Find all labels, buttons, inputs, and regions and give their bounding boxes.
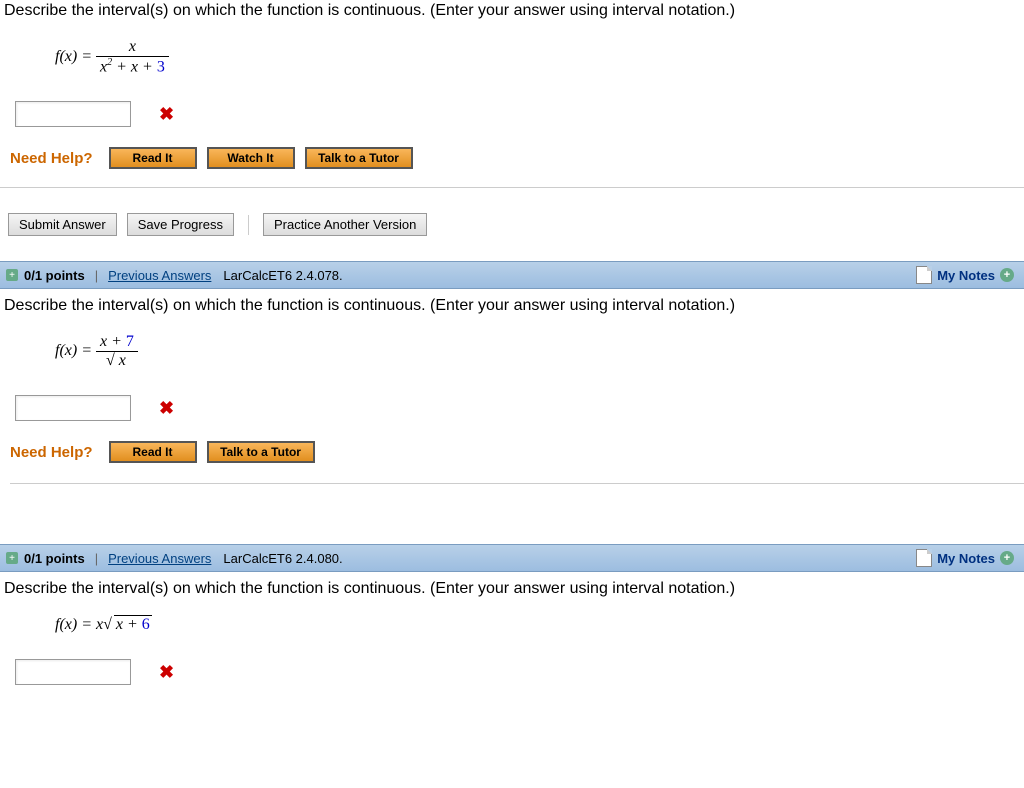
- q1-prompt: Describe the interval(s) on which the fu…: [0, 0, 1024, 30]
- q1-formula: f(x) = x x2 + x + 3: [55, 38, 1024, 76]
- note-icon: [916, 266, 932, 284]
- q2-prompt: Describe the interval(s) on which the fu…: [0, 295, 1024, 325]
- pipe: |: [95, 268, 98, 283]
- q3-prompt: Describe the interval(s) on which the fu…: [0, 578, 1024, 608]
- radicand: x + 6: [114, 615, 152, 633]
- previous-answers-link[interactable]: Previous Answers: [108, 268, 211, 283]
- rad-const: 6: [142, 616, 150, 633]
- denominator: x: [96, 352, 138, 370]
- sqrt-icon: [103, 616, 112, 633]
- expand-icon[interactable]: +: [6, 269, 18, 281]
- fx-equals: f(x) =: [55, 343, 92, 360]
- my-notes-text: My Notes: [937, 551, 995, 566]
- my-notes-text: My Notes: [937, 268, 995, 283]
- expand-icon[interactable]: +: [6, 552, 18, 564]
- den-var: x: [117, 351, 128, 369]
- need-help-label: Need Help?: [10, 444, 93, 461]
- watch-it-button[interactable]: Watch It: [207, 147, 295, 169]
- question-ref: LarCalcET6 2.4.080.: [223, 551, 342, 566]
- denominator: x2 + x + 3: [96, 57, 169, 76]
- num-a: x +: [100, 333, 126, 350]
- talk-tutor-button[interactable]: Talk to a Tutor: [305, 147, 413, 169]
- points-label: 0/1 points: [24, 551, 85, 566]
- read-it-button[interactable]: Read It: [109, 147, 197, 169]
- fx-equals: f(x) =: [55, 48, 92, 65]
- q1-answer-input[interactable]: [15, 101, 131, 127]
- numerator: x + 7: [96, 333, 138, 352]
- rad-a: x +: [116, 616, 142, 633]
- save-progress-button[interactable]: Save Progress: [127, 213, 234, 236]
- q2-answer-input[interactable]: [15, 395, 131, 421]
- q3-answer-input[interactable]: [15, 659, 131, 685]
- question-header-3: + 0/1 points | Previous Answers LarCalcE…: [0, 544, 1024, 572]
- plus-icon[interactable]: +: [1000, 551, 1014, 565]
- practice-another-button[interactable]: Practice Another Version: [263, 213, 427, 236]
- question-ref: LarCalcET6 2.4.078.: [223, 268, 342, 283]
- need-help-label: Need Help?: [10, 150, 93, 167]
- q3-formula: f(x) = x x + 6: [55, 616, 1024, 634]
- my-notes-link[interactable]: My Notes +: [916, 549, 1014, 567]
- read-it-button[interactable]: Read It: [109, 441, 197, 463]
- note-icon: [916, 549, 932, 567]
- question-header-2: + 0/1 points | Previous Answers LarCalcE…: [0, 261, 1024, 289]
- sqrt-icon: [106, 352, 115, 369]
- incorrect-icon: ✖: [159, 104, 174, 125]
- incorrect-icon: ✖: [159, 662, 174, 683]
- my-notes-link[interactable]: My Notes +: [916, 266, 1014, 284]
- points-label: 0/1 points: [24, 268, 85, 283]
- pipe: |: [95, 551, 98, 566]
- fx-equals: f(x) = x: [55, 616, 103, 633]
- previous-answers-link[interactable]: Previous Answers: [108, 551, 211, 566]
- plus-icon[interactable]: +: [1000, 268, 1014, 282]
- q2-formula: f(x) = x + 7 x: [55, 333, 1024, 370]
- incorrect-icon: ✖: [159, 398, 174, 419]
- den-const: 3: [157, 58, 165, 75]
- separator: [248, 215, 249, 235]
- talk-tutor-button[interactable]: Talk to a Tutor: [207, 441, 315, 463]
- num-const: 7: [126, 333, 134, 350]
- submit-answer-button[interactable]: Submit Answer: [8, 213, 117, 236]
- den-rest: + x +: [112, 58, 157, 75]
- numerator: x: [96, 38, 169, 57]
